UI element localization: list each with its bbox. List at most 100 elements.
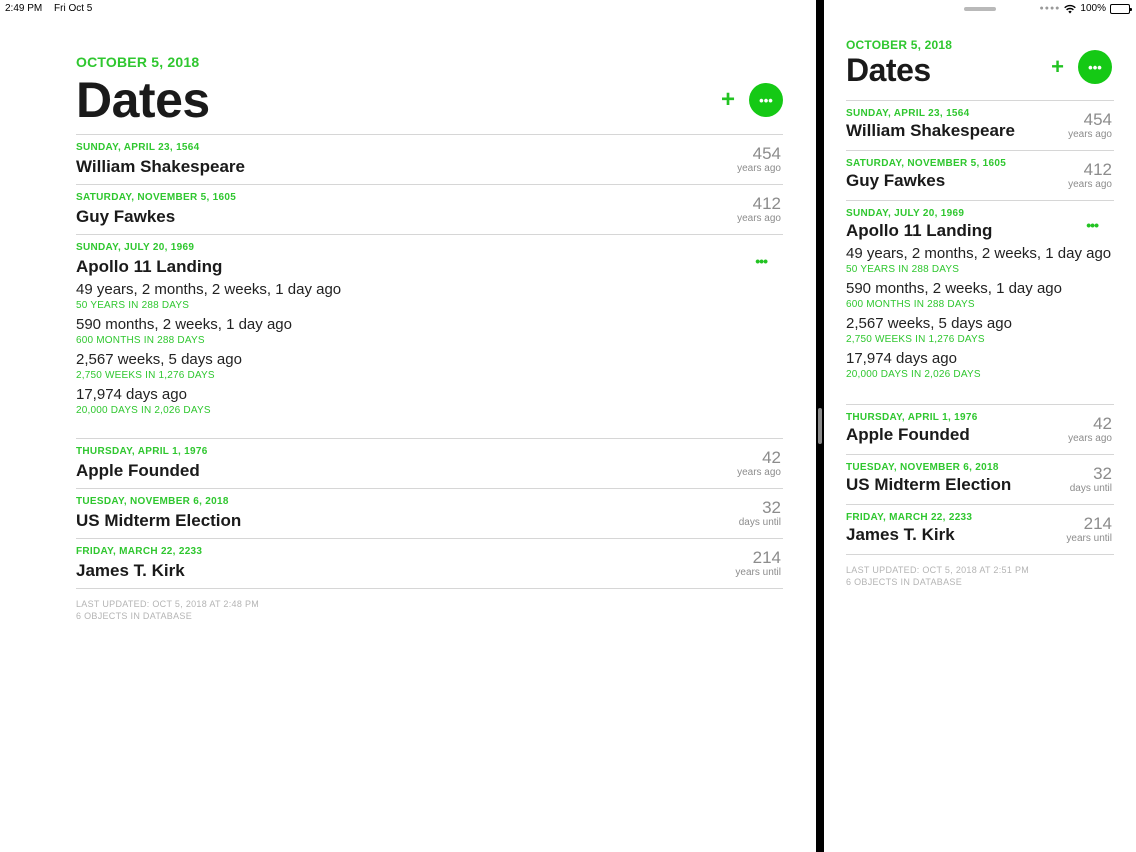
item-count-value: 32 xyxy=(1093,464,1112,483)
detail-item: 2,567 weeks, 5 days ago 2,750 WEEKS IN 1,… xyxy=(76,351,783,382)
list-item[interactable]: TUESDAY, NOVEMBER 6, 2018 US Midterm Elec… xyxy=(76,489,783,539)
item-count-value: 42 xyxy=(1093,414,1112,433)
detail-elapsed: 17,974 days ago xyxy=(846,350,957,367)
detail-item: 17,974 days ago 20,000 DAYS IN 2,026 DAYS xyxy=(846,350,1114,381)
item-count-unit: years ago xyxy=(1068,179,1112,190)
list-item[interactable]: THURSDAY, APRIL 1, 1976 Apple Founded 42 ye… xyxy=(846,405,1114,455)
detail-milestone: 600 MONTHS IN 288 DAYS xyxy=(76,335,205,346)
slide-over-grabber[interactable] xyxy=(964,7,996,11)
more-button[interactable]: ••• xyxy=(749,83,783,117)
item-count: 214 years until xyxy=(735,548,781,579)
left-pane: OCTOBER 5, 2018 Dates + ••• SUNDAY, APRIL 23… xyxy=(76,54,783,622)
item-count: 214 years until xyxy=(1066,514,1112,545)
item-count: 32 days until xyxy=(1070,464,1112,495)
split-view-handle[interactable] xyxy=(818,408,822,444)
item-name: Apollo 11 Landing xyxy=(76,257,223,276)
item-count-value: 454 xyxy=(752,144,781,163)
item-date: SUNDAY, APRIL 23, 1564 xyxy=(76,142,200,153)
last-updated: LAST UPDATED: OCT 5, 2018 AT 2:48 PM xyxy=(76,599,260,609)
item-count-unit: years ago xyxy=(1068,129,1112,140)
header: OCTOBER 5, 2018 Dates + ••• xyxy=(76,54,783,134)
footer: LAST UPDATED: OCT 5, 2018 AT 2:51 PM 6 OB… xyxy=(846,564,1114,588)
item-count-value: 42 xyxy=(762,448,781,467)
add-button[interactable]: + xyxy=(721,88,735,112)
list-item[interactable]: TUESDAY, NOVEMBER 6, 2018 US Midterm Elec… xyxy=(846,455,1114,505)
detail-milestone: 600 MONTHS IN 288 DAYS xyxy=(846,299,975,310)
detail-item: 49 years, 2 months, 2 weeks, 1 day ago 50… xyxy=(846,245,1114,276)
item-name: US Midterm Election xyxy=(76,511,242,530)
item-count: 412 years ago xyxy=(737,194,781,225)
item-count-unit: years ago xyxy=(737,467,781,478)
detail-item: 2,567 weeks, 5 days ago 2,750 WEEKS IN 1,… xyxy=(846,315,1114,346)
status-indicators: ●●●● 100% xyxy=(1039,3,1132,14)
item-count-value: 214 xyxy=(1083,514,1112,533)
detail-milestone: 50 YEARS IN 288 DAYS xyxy=(846,264,960,275)
item-count-value: 32 xyxy=(762,498,781,517)
item-count: 42 years ago xyxy=(1068,414,1112,445)
item-count: 412 years ago xyxy=(1068,160,1112,191)
list-item[interactable]: SUNDAY, APRIL 23, 1564 William Shakespear… xyxy=(846,101,1114,151)
item-date: SUNDAY, JULY 20, 1969 xyxy=(846,208,965,219)
object-count: 6 OBJECTS IN DATABASE xyxy=(76,611,192,621)
item-name: Apollo 11 Landing xyxy=(846,221,993,240)
item-details: 49 years, 2 months, 2 weeks, 1 day ago 50… xyxy=(846,245,1114,381)
signal-icon: ●●●● xyxy=(1039,5,1061,12)
status-time: 2:49 PM xyxy=(5,3,43,14)
last-updated: LAST UPDATED: OCT 5, 2018 AT 2:51 PM xyxy=(846,565,1030,575)
list-item[interactable]: SUNDAY, APRIL 23, 1564 William Shakespear… xyxy=(76,135,783,185)
item-name: Apple Founded xyxy=(76,461,200,480)
right-pane: OCTOBER 5, 2018 Dates + ••• SUNDAY, APRIL 23… xyxy=(846,38,1114,588)
item-more-button[interactable]: ••• xyxy=(1086,217,1099,233)
detail-item: 17,974 days ago 20,000 DAYS IN 2,026 DAYS xyxy=(76,386,783,417)
detail-elapsed: 590 months, 2 weeks, 1 day ago xyxy=(76,316,292,333)
item-date: SATURDAY, NOVEMBER 5, 1605 xyxy=(76,192,237,203)
item-date: FRIDAY, MARCH 22, 2233 xyxy=(76,546,203,557)
header-actions: + ••• xyxy=(721,83,783,117)
dates-list: SUNDAY, APRIL 23, 1564 William Shakespear… xyxy=(846,100,1114,555)
item-count-value: 454 xyxy=(1083,110,1112,129)
item-name: James T. Kirk xyxy=(76,561,185,580)
detail-elapsed: 2,567 weeks, 5 days ago xyxy=(76,351,242,368)
list-item[interactable]: SATURDAY, NOVEMBER 5, 1605 Guy Fawkes 412 y… xyxy=(76,185,783,235)
battery-percent: 100% xyxy=(1080,3,1106,14)
list-item[interactable]: FRIDAY, MARCH 22, 2233 James T. Kirk 214 ye… xyxy=(846,505,1114,555)
item-count-unit: years ago xyxy=(737,213,781,224)
dates-list: SUNDAY, APRIL 23, 1564 William Shakespear… xyxy=(76,134,783,589)
item-date: THURSDAY, APRIL 1, 1976 xyxy=(76,446,208,457)
list-item[interactable]: SUNDAY, JULY 20, 1969 Apollo 11 Landing ••… xyxy=(76,235,783,439)
detail-milestone: 50 YEARS IN 288 DAYS xyxy=(76,300,190,311)
item-count-unit: days until xyxy=(1069,483,1112,494)
item-count-unit: years ago xyxy=(737,163,781,174)
item-count-value: 412 xyxy=(1083,160,1112,179)
detail-milestone: 20,000 DAYS IN 2,026 DAYS xyxy=(76,405,211,416)
detail-elapsed: 49 years, 2 months, 2 weeks, 1 day ago xyxy=(76,281,342,298)
item-more-button[interactable]: ••• xyxy=(755,253,768,269)
header-actions: + ••• xyxy=(1051,50,1112,84)
list-item[interactable]: THURSDAY, APRIL 1, 1976 Apple Founded 42 ye… xyxy=(76,439,783,489)
item-count-value: 214 xyxy=(752,548,781,567)
header-date: OCTOBER 5, 2018 xyxy=(76,54,200,70)
add-button[interactable]: + xyxy=(1051,56,1064,78)
detail-milestone: 2,750 WEEKS IN 1,276 DAYS xyxy=(76,370,215,381)
detail-elapsed: 17,974 days ago xyxy=(76,386,187,403)
item-date: SUNDAY, JULY 20, 1969 xyxy=(76,242,195,253)
header: OCTOBER 5, 2018 Dates + ••• xyxy=(846,38,1114,100)
item-count: 454 years ago xyxy=(737,144,781,175)
object-count: 6 OBJECTS IN DATABASE xyxy=(846,577,962,587)
footer: LAST UPDATED: OCT 5, 2018 AT 2:48 PM 6 OB… xyxy=(76,598,783,622)
detail-elapsed: 49 years, 2 months, 2 weeks, 1 day ago xyxy=(846,245,1112,262)
battery-icon xyxy=(1110,3,1132,14)
status-date: Fri Oct 5 xyxy=(54,3,93,14)
list-item[interactable]: FRIDAY, MARCH 22, 2233 James T. Kirk 214 ye… xyxy=(76,539,783,589)
list-item[interactable]: SATURDAY, NOVEMBER 5, 1605 Guy Fawkes 412 y… xyxy=(846,151,1114,201)
item-count-unit: years until xyxy=(735,567,781,578)
detail-milestone: 2,750 WEEKS IN 1,276 DAYS xyxy=(846,334,985,345)
item-count: 32 days until xyxy=(739,498,781,529)
item-count: 42 years ago xyxy=(737,448,781,479)
item-name: Guy Fawkes xyxy=(76,207,176,226)
detail-item: 590 months, 2 weeks, 1 day ago 600 MONTHS… xyxy=(846,280,1114,311)
more-button[interactable]: ••• xyxy=(1078,50,1112,84)
list-item[interactable]: SUNDAY, JULY 20, 1969 Apollo 11 Landing ••… xyxy=(846,201,1114,405)
page-title: Dates xyxy=(76,72,210,128)
item-count-unit: years until xyxy=(1066,533,1112,544)
